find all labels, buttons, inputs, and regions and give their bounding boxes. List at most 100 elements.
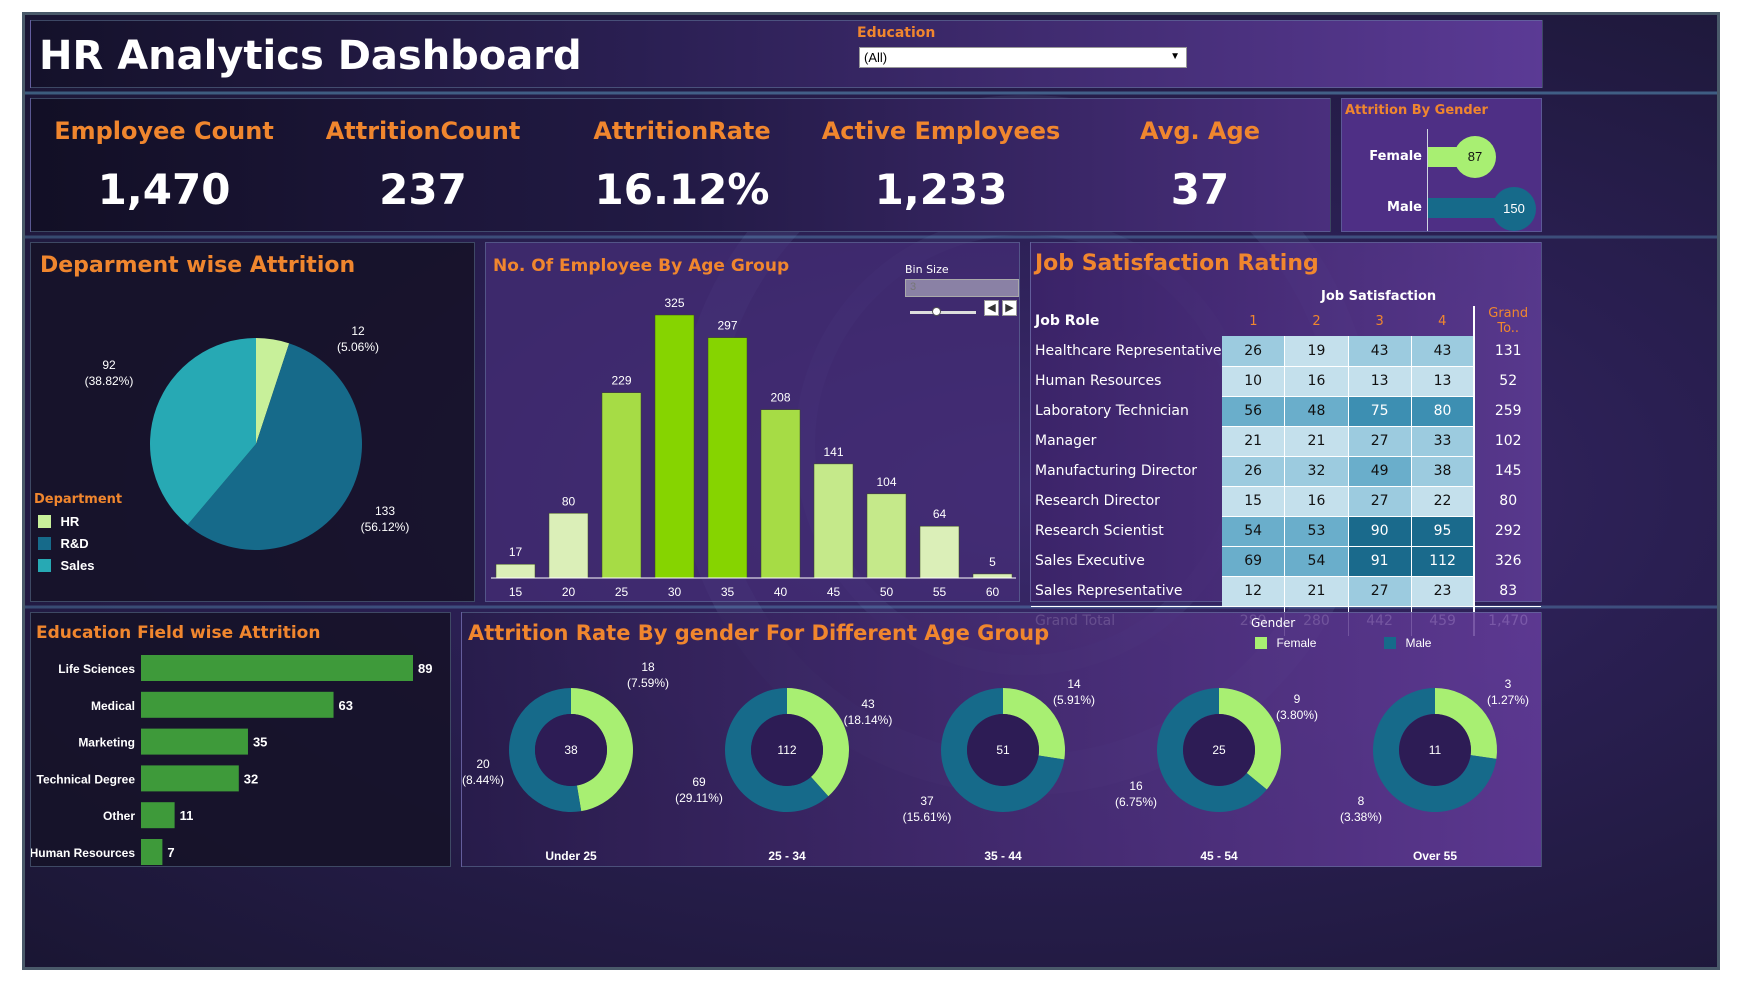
table-cell[interactable]: 56 [1221, 396, 1286, 427]
table-cell[interactable]: 54 [1221, 516, 1286, 547]
x-tick-label: 25 [615, 585, 629, 599]
table-cell[interactable]: 16 [1284, 486, 1349, 517]
male-count-label: 69 [692, 775, 706, 789]
table-row[interactable]: Sales Executive 69 54 91 112 326 [1031, 546, 1541, 577]
table-cell[interactable]: 26 [1221, 456, 1286, 487]
col-header[interactable]: 3 [1348, 306, 1411, 336]
age-bar[interactable] [919, 525, 960, 579]
age-bar[interactable] [707, 337, 748, 579]
table-cell[interactable]: 19 [1284, 336, 1349, 367]
table-cell[interactable]: 54 [1284, 546, 1349, 577]
table-row[interactable]: Human Resources 10 16 13 13 52 [1031, 366, 1541, 397]
table-cell[interactable]: 21 [1221, 426, 1286, 457]
age-bar[interactable] [654, 314, 695, 579]
table-cell[interactable]: 33 [1411, 426, 1475, 457]
table-cell[interactable]: 27 [1348, 486, 1412, 517]
donut-total-label: 11 [1429, 743, 1442, 757]
male-bubble[interactable]: 150 [1492, 187, 1536, 231]
age-group-label: 25 - 34 [768, 849, 806, 863]
table-cell[interactable]: 38 [1411, 456, 1475, 487]
x-tick-label: 20 [562, 585, 576, 599]
education-bar[interactable] [141, 728, 248, 755]
age-bar[interactable] [866, 493, 907, 579]
table-cell[interactable]: 23 [1411, 576, 1475, 607]
female-bubble[interactable]: 87 [1454, 136, 1496, 178]
legend-item-hr[interactable]: HR [38, 513, 79, 531]
bar-value-label: 64 [933, 507, 947, 521]
table-row[interactable]: Sales Representative 12 21 27 23 83 [1031, 576, 1541, 607]
table-cell[interactable]: 15 [1221, 486, 1286, 517]
table-cell[interactable]: 10 [1221, 366, 1286, 397]
job-role-cell: Research Scientist [1035, 523, 1164, 539]
table-cell[interactable]: 69 [1221, 546, 1286, 577]
age-bar[interactable] [972, 573, 1013, 579]
female-count-label: 3 [1505, 677, 1512, 691]
table-cell[interactable]: 95 [1411, 516, 1475, 547]
table-cell[interactable]: 43 [1348, 336, 1412, 367]
legend-item-sales[interactable]: Sales [38, 557, 94, 575]
bar-value-label: 104 [876, 475, 896, 489]
education-bar[interactable] [141, 655, 413, 681]
table-cell[interactable]: 91 [1348, 546, 1412, 577]
education-filter-dropdown[interactable]: (All) ▼ [859, 47, 1187, 68]
education-bar[interactable] [141, 691, 334, 718]
chevron-down-icon: ▼ [1170, 51, 1180, 62]
slice-count-label: 12 [351, 324, 365, 338]
education-bar[interactable] [141, 839, 163, 865]
education-bar[interactable] [141, 802, 175, 829]
age-group-label: 35 - 44 [984, 849, 1022, 863]
table-cell[interactable]: 112 [1411, 546, 1475, 577]
table-row[interactable]: Healthcare Representative 26 19 43 43 131 [1031, 336, 1541, 367]
x-tick-label: 45 [827, 585, 841, 599]
table-cell[interactable]: 49 [1348, 456, 1412, 487]
table-cell[interactable]: 26 [1221, 336, 1286, 367]
col-header-grand-total[interactable]: Grand To.. [1473, 306, 1541, 336]
job-role-cell: Human Resources [1035, 373, 1162, 389]
table-row[interactable]: Laboratory Technician 56 48 75 80 259 [1031, 396, 1541, 427]
table-cell[interactable]: 12 [1221, 576, 1286, 607]
table-cell[interactable]: 13 [1411, 366, 1475, 397]
table-cell[interactable]: 32 [1284, 456, 1349, 487]
table-row[interactable]: Manager 21 21 27 33 102 [1031, 426, 1541, 457]
legend-swatch [38, 515, 51, 529]
age-bar[interactable] [495, 563, 536, 579]
table-row[interactable]: Manufacturing Director 26 32 49 38 145 [1031, 456, 1541, 487]
job-role-header: Job Role [1035, 313, 1100, 329]
table-cell[interactable]: 16 [1284, 366, 1349, 397]
legend-label: R&D [60, 536, 89, 552]
age-bar[interactable] [813, 463, 854, 579]
female-label: Female [1369, 149, 1422, 164]
table-cell[interactable]: 80 [1411, 396, 1475, 427]
age-bar[interactable] [548, 513, 589, 579]
table-cell[interactable]: 21 [1284, 426, 1349, 457]
male-count-label: 16 [1129, 779, 1143, 793]
table-cell[interactable]: 21 [1284, 576, 1349, 607]
bar-value-label: 35 [253, 735, 267, 750]
kpi-label: Active Employees [821, 117, 1061, 145]
col-header[interactable]: 2 [1285, 306, 1348, 336]
col-header[interactable]: 4 [1411, 306, 1474, 336]
table-cell[interactable]: 90 [1348, 516, 1412, 547]
table-cell[interactable]: 22 [1411, 486, 1475, 517]
kpi-value: 237 [379, 165, 467, 214]
table-cell[interactable]: 27 [1348, 426, 1412, 457]
age-group-label: Over 55 [1413, 849, 1457, 863]
male-label: Male [1387, 200, 1422, 215]
age-bar[interactable] [760, 409, 801, 579]
education-bar[interactable] [141, 765, 239, 792]
col-header[interactable]: 1 [1222, 306, 1285, 336]
table-cell[interactable]: 75 [1348, 396, 1412, 427]
table-cell[interactable]: 13 [1348, 366, 1412, 397]
table-row[interactable]: Research Scientist 54 53 90 95 292 [1031, 516, 1541, 547]
table-cell[interactable]: 48 [1284, 396, 1349, 427]
table-cell[interactable]: 27 [1348, 576, 1412, 607]
age-bar[interactable] [601, 392, 642, 579]
y-tick-label: Technical Degree [37, 772, 136, 786]
legend-item-rd[interactable]: R&D [38, 535, 89, 553]
bar-value-label: 17 [509, 545, 523, 559]
table-cell[interactable]: 53 [1284, 516, 1349, 547]
y-tick-label: Human Resources [31, 846, 135, 860]
table-row[interactable]: Research Director 15 16 27 22 80 [1031, 486, 1541, 517]
table-cell[interactable]: 43 [1411, 336, 1475, 367]
table-header-row: Job Role 1 2 3 4 Grand To.. [1031, 306, 1541, 336]
